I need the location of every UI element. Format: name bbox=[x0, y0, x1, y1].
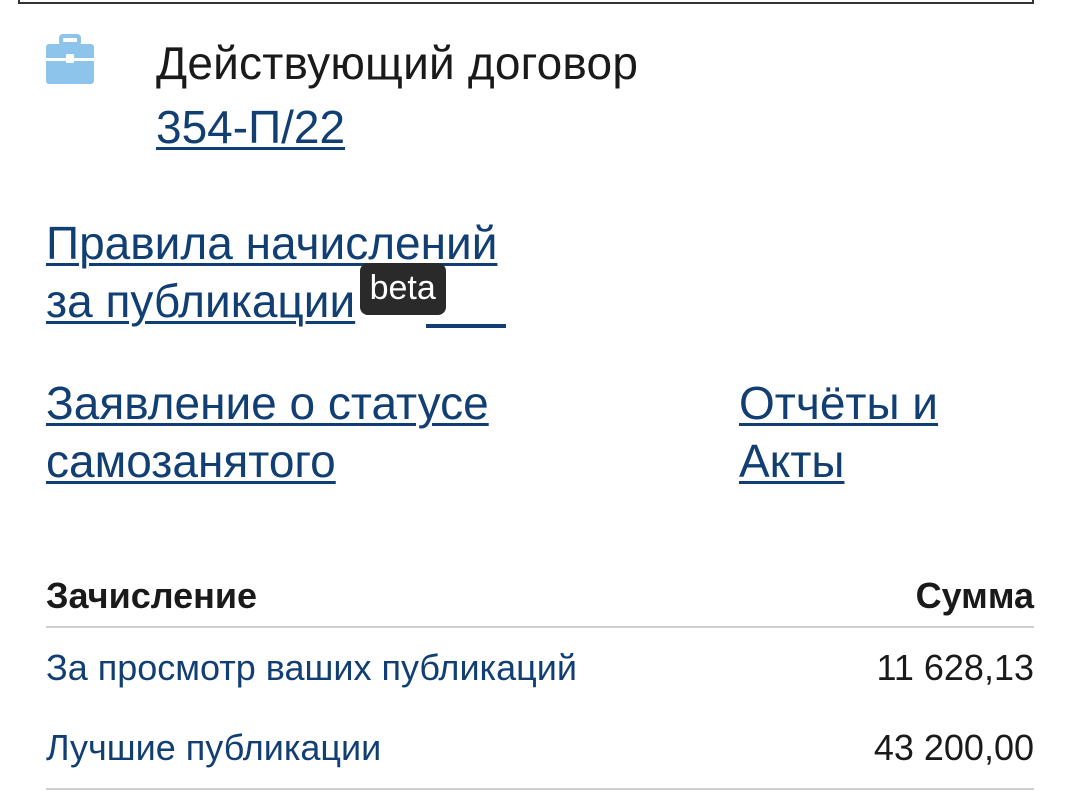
contract-text: Действующий договор 354-П/22 bbox=[156, 32, 638, 150]
accruals-table: Зачисление Сумма За просмотр ваших публи… bbox=[46, 566, 1034, 790]
reports-block: Отчёты и Акты bbox=[739, 374, 1019, 490]
table-header: Зачисление Сумма bbox=[46, 566, 1034, 628]
contract-block: Действующий договор 354-П/22 bbox=[46, 32, 638, 150]
reports-line1: Отчёты и bbox=[739, 377, 939, 429]
row-label[interactable]: Лучшие публикации bbox=[46, 727, 381, 769]
header-charge: Зачисление bbox=[46, 575, 258, 616]
top-frame-divider bbox=[18, 0, 1034, 4]
row-value: 43 200,00 bbox=[873, 727, 1034, 768]
row-label[interactable]: За просмотр ваших публикаций bbox=[46, 647, 577, 689]
self-employed-statement-block: Заявление о статусе самозанятого bbox=[46, 374, 606, 490]
accrual-rules-line2: за публикации bbox=[46, 275, 356, 327]
beta-badge-underline bbox=[426, 324, 506, 328]
table-row[interactable]: Лучшие публикации 43 200,00 bbox=[46, 708, 1034, 790]
accrual-rules-line1: Правила начислений bbox=[46, 217, 498, 269]
statement-line2: самозанятого bbox=[46, 435, 336, 487]
briefcase-icon bbox=[46, 34, 94, 84]
table-row[interactable]: За просмотр ваших публикаций 11 628,13 bbox=[46, 628, 1034, 708]
reports-line2: Акты bbox=[739, 435, 845, 487]
beta-badge: beta bbox=[359, 263, 446, 315]
payouts-page: Действующий договор 354-П/22 Правила нач… bbox=[0, 0, 1080, 800]
contract-title: Действующий договор bbox=[156, 37, 639, 89]
self-employed-statement-link[interactable]: Заявление о статусе самозанятого bbox=[46, 377, 489, 487]
accrual-rules-link-block: Правила начислений за публикации beta bbox=[46, 214, 606, 330]
row-value: 11 628,13 bbox=[876, 647, 1034, 688]
statement-line1: Заявление о статусе bbox=[46, 377, 489, 429]
contract-number-link[interactable]: 354-П/22 bbox=[156, 104, 345, 150]
reports-acts-link[interactable]: Отчёты и Акты bbox=[739, 377, 938, 487]
header-sum: Сумма bbox=[915, 575, 1034, 616]
